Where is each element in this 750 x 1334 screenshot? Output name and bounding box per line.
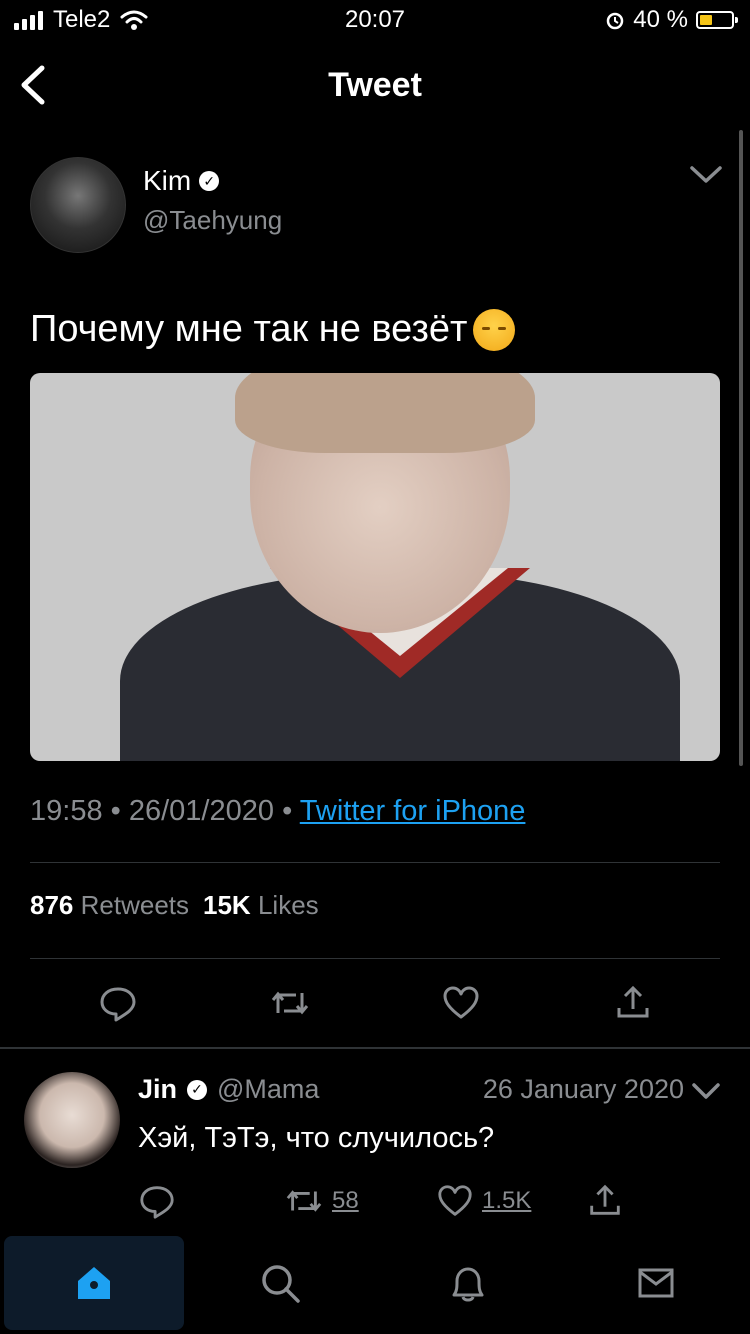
divider [0,1047,750,1049]
nav-bar: Tweet [0,52,750,122]
retweets-count: 876 [30,890,74,920]
battery-level [700,15,712,25]
divider [30,958,720,959]
reply-share-button[interactable] [586,1182,624,1220]
battery-percent: 40 % [633,6,688,33]
reply-author-avatar[interactable] [24,1072,120,1168]
reply-author-handle[interactable]: @Mama [217,1074,319,1105]
home-icon [78,1267,110,1299]
reply-text: Хэй, ТэТэ, что случилось? [138,1122,495,1154]
tweet-meta: 19:58 • 26/01/2020 • Twitter for iPhone [30,795,525,828]
reply-likes-count: 1.5K [482,1187,532,1214]
status-bar: Tele2 20:07 40 % [0,0,750,40]
tweet-text-content: Почему мне так не везёт [30,308,468,350]
tweet-stats: 876 Retweets 15K Likes [30,890,319,921]
chevron-down-icon[interactable] [688,160,724,190]
meta-separator: • [282,795,300,827]
page-title: Tweet [328,66,422,104]
likes-stat[interactable]: 15K Likes [203,890,319,921]
tab-search[interactable] [190,1236,370,1330]
retweet-icon[interactable] [270,983,310,1023]
reply-actions: 58 1.5K [0,1182,750,1222]
share-icon [590,1184,620,1215]
status-right: 40 % [605,6,738,34]
meta-separator: • [110,795,129,827]
tweet-time: 19:58 [30,795,103,827]
comment-icon[interactable] [98,983,138,1023]
reply-retweets-count: 58 [332,1187,359,1214]
share-icon[interactable] [613,983,653,1023]
verified-badge-icon: ✓ [187,1079,208,1100]
reply-comment-button[interactable] [138,1182,176,1220]
tweet-photo[interactable] [30,373,720,761]
author-name: Kim [143,165,192,196]
retweet-icon [286,1190,322,1212]
chevron-down-icon[interactable] [690,1077,722,1105]
reply-like-button[interactable]: 1.5K [436,1182,531,1220]
mail-icon [638,1268,674,1298]
author-handle[interactable]: @Taehyung [143,205,282,236]
search-icon [262,1265,300,1303]
divider [30,862,720,863]
likes-count: 15K [203,890,251,920]
reply-author-name[interactable]: Jin [138,1074,177,1105]
tweet-source-link[interactable]: Twitter for iPhone [300,795,526,827]
bell-icon [452,1267,484,1302]
alarm-icon [607,12,624,30]
reply-date: 26 January 2020 [482,1074,684,1104]
heart-icon [438,1185,472,1216]
battery-icon [696,11,738,29]
comment-icon [140,1186,174,1219]
tweet-date: 26/01/2020 [128,795,275,827]
tab-messages[interactable] [566,1236,746,1330]
scrollbar[interactable] [739,130,743,766]
pensive-face-emoji-icon [473,308,516,351]
author-name-row[interactable]: Kim ✓ [143,165,220,197]
author-avatar[interactable] [30,157,126,253]
reply-retweet-button[interactable]: 58 [284,1182,359,1220]
verified-badge-icon: ✓ [199,171,220,191]
heart-icon[interactable] [441,983,481,1023]
tab-notifications[interactable] [378,1236,558,1330]
reply-header: Jin ✓ @Mama [138,1074,319,1105]
retweets-label: Retweets [80,890,190,920]
tweet-text: Почему мне так не везёт [30,308,516,351]
tweet-actions [0,983,750,1023]
retweets-stat[interactable]: 876 Retweets [30,890,189,921]
likes-label: Likes [257,890,319,920]
tab-bar [0,1236,750,1334]
tab-home[interactable] [4,1236,184,1330]
